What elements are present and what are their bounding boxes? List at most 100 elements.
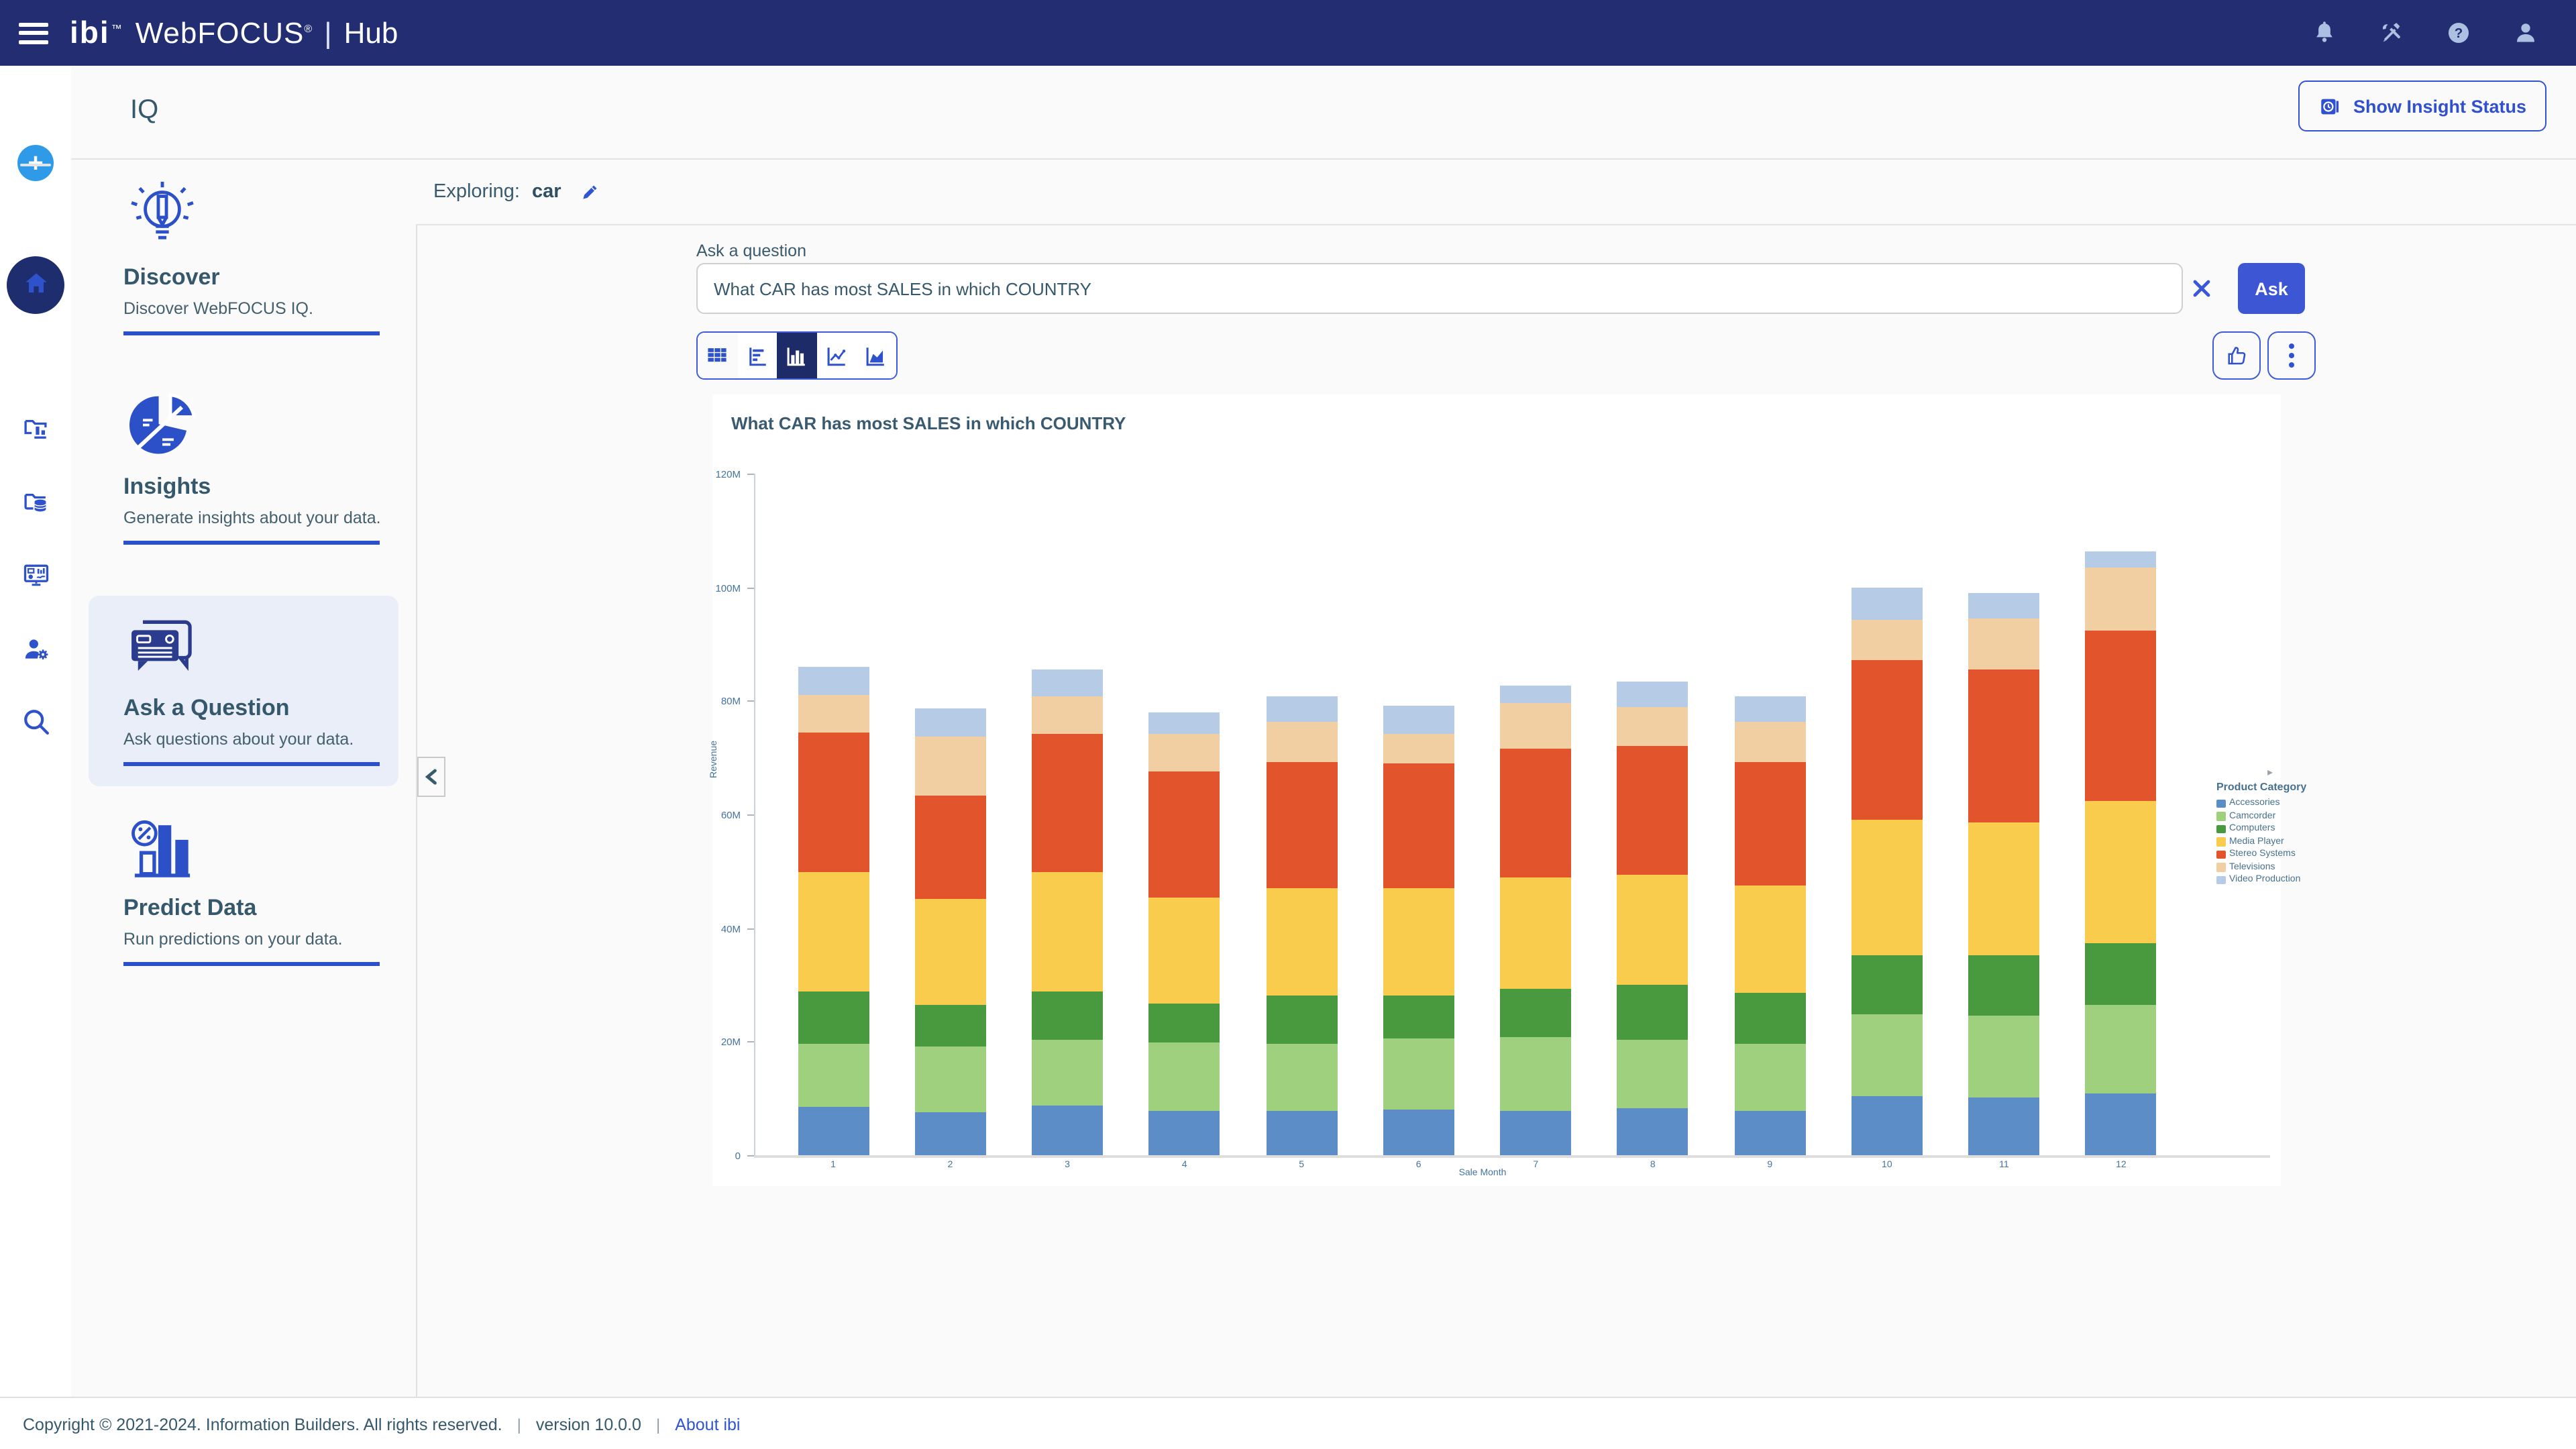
bar-segment-media-player[interactable] (1851, 820, 1923, 955)
table-view-button[interactable] (698, 333, 737, 378)
bar-segment-video-production[interactable] (1383, 706, 1454, 733)
bar-segment-stereo-systems[interactable] (1266, 762, 1337, 888)
bar-segment-televisions[interactable] (2086, 568, 2157, 631)
bar-segment-computers[interactable] (1266, 996, 1337, 1044)
bar-segment-televisions[interactable] (1383, 734, 1454, 764)
bar-segment-camcorder[interactable] (2086, 1006, 2157, 1094)
bar-segment-stereo-systems[interactable] (798, 733, 869, 871)
bar-segment-video-production[interactable] (798, 667, 869, 695)
bar-segment-camcorder[interactable] (1032, 1040, 1103, 1106)
question-input[interactable] (696, 263, 2183, 314)
bar-segment-video-production[interactable] (1851, 587, 1923, 619)
help-icon[interactable]: ? (2446, 20, 2471, 46)
bar-segment-camcorder[interactable] (1500, 1036, 1571, 1110)
add-plus-icon[interactable]: + (17, 145, 54, 181)
bar-segment-televisions[interactable] (1032, 697, 1103, 735)
bar-segment-accessories[interactable] (2086, 1094, 2157, 1155)
bar-segment-accessories[interactable] (1500, 1110, 1571, 1155)
bar-segment-computers[interactable] (1617, 985, 1688, 1040)
bar-segment-media-player[interactable] (1149, 898, 1220, 1003)
bar-segment-computers[interactable] (1500, 988, 1571, 1036)
bar-segment-video-production[interactable] (1968, 593, 2039, 619)
bar-segment-stereo-systems[interactable] (1851, 661, 1923, 820)
bar-segment-accessories[interactable] (1734, 1110, 1805, 1155)
bar-segment-media-player[interactable] (798, 872, 869, 992)
legend-item[interactable]: Stereo Systems (2216, 848, 2278, 861)
sidebar-item-data[interactable] (0, 488, 71, 517)
bar-segment-accessories[interactable] (1851, 1095, 1923, 1155)
bar-segment-video-production[interactable] (1617, 682, 1688, 707)
sidebar-item-iq-atom[interactable] (0, 337, 71, 369)
bar-segment-accessories[interactable] (1617, 1108, 1688, 1155)
bar-segment-accessories[interactable] (1149, 1110, 1220, 1155)
bar-segment-camcorder[interactable] (915, 1046, 986, 1112)
bar-segment-accessories[interactable] (1968, 1098, 2039, 1156)
clear-question-button[interactable] (2187, 274, 2216, 303)
bar-segment-media-player[interactable] (1266, 888, 1337, 996)
card-ask-a-question[interactable]: Ask a Question Ask questions about your … (89, 596, 398, 786)
bar-segment-televisions[interactable] (1266, 722, 1337, 762)
card-discover[interactable]: Discover Discover WebFOCUS IQ. (89, 165, 398, 353)
legend-item[interactable]: Accessories (2216, 797, 2278, 810)
bar-segment-accessories[interactable] (1032, 1106, 1103, 1155)
bar-segment-televisions[interactable] (915, 736, 986, 796)
bar-segment-accessories[interactable] (915, 1113, 986, 1156)
notifications-bell-icon[interactable] (2312, 20, 2337, 46)
card-insights[interactable]: Insights Generate insights about your da… (89, 374, 398, 562)
bar-segment-camcorder[interactable] (1383, 1038, 1454, 1109)
bar-segment-media-player[interactable] (1968, 823, 2039, 955)
legend-expand-icon[interactable]: ▸ (2267, 766, 2273, 778)
sidebar-item-portals[interactable] (0, 561, 71, 590)
bar-segment-media-player[interactable] (1032, 872, 1103, 992)
bar-segment-computers[interactable] (1383, 995, 1454, 1038)
bar-segment-computers[interactable] (1734, 992, 1805, 1044)
card-predict-data[interactable]: Predict Data Run predictions on your dat… (89, 796, 398, 986)
bar-segment-televisions[interactable] (1500, 702, 1571, 749)
bar-segment-computers[interactable] (2086, 943, 2157, 1005)
collapse-panel-button[interactable] (417, 757, 445, 797)
bar-segment-stereo-systems[interactable] (2086, 631, 2157, 801)
bar-segment-video-production[interactable] (1032, 669, 1103, 697)
bar-segment-stereo-systems[interactable] (1383, 764, 1454, 888)
bar-segment-media-player[interactable] (1383, 888, 1454, 995)
bar-segment-computers[interactable] (1149, 1003, 1220, 1042)
bar-segment-accessories[interactable] (1383, 1109, 1454, 1155)
bar-segment-accessories[interactable] (798, 1106, 869, 1155)
menu-icon[interactable] (19, 22, 48, 44)
legend-item[interactable]: Video Production (2216, 873, 2278, 886)
legend-item[interactable]: Camcorder (2216, 810, 2278, 822)
sidebar-item-user-admin[interactable] (0, 635, 71, 664)
show-insight-status-button[interactable]: Show Insight Status (2298, 80, 2546, 131)
bar-segment-computers[interactable] (1968, 955, 2039, 1016)
line-chart-button[interactable] (816, 333, 856, 378)
about-ibi-link[interactable]: About ibi (675, 1415, 740, 1434)
bar-segment-video-production[interactable] (2086, 552, 2157, 568)
user-icon[interactable] (2513, 20, 2538, 46)
bar-segment-televisions[interactable] (1968, 619, 2039, 669)
vertical-bar-chart-button[interactable] (777, 333, 816, 378)
edit-pencil-icon[interactable] (580, 181, 602, 203)
bar-segment-video-production[interactable] (1149, 712, 1220, 734)
bar-segment-televisions[interactable] (1149, 734, 1220, 771)
bar-segment-televisions[interactable] (1617, 707, 1688, 746)
bar-segment-camcorder[interactable] (1149, 1042, 1220, 1111)
bar-segment-camcorder[interactable] (1851, 1015, 1923, 1095)
bar-segment-camcorder[interactable] (1968, 1016, 2039, 1098)
bar-segment-video-production[interactable] (1500, 686, 1571, 703)
bar-segment-video-production[interactable] (1734, 696, 1805, 722)
bar-segment-stereo-systems[interactable] (1032, 735, 1103, 872)
legend-item[interactable]: Televisions (2216, 861, 2278, 873)
bar-segment-televisions[interactable] (1851, 620, 1923, 661)
bar-segment-stereo-systems[interactable] (1500, 749, 1571, 878)
bar-segment-video-production[interactable] (915, 708, 986, 736)
bar-segment-computers[interactable] (1032, 991, 1103, 1040)
sidebar-item-search[interactable] (0, 707, 71, 737)
bar-segment-stereo-systems[interactable] (1968, 669, 2039, 822)
bar-segment-computers[interactable] (798, 991, 869, 1043)
bar-segment-stereo-systems[interactable] (1149, 771, 1220, 898)
ask-button[interactable]: Ask (2238, 263, 2305, 314)
more-options-button[interactable] (2267, 331, 2316, 380)
bar-segment-stereo-systems[interactable] (1617, 746, 1688, 875)
legend-item[interactable]: Media Player (2216, 835, 2278, 848)
bar-segment-camcorder[interactable] (1734, 1044, 1805, 1110)
